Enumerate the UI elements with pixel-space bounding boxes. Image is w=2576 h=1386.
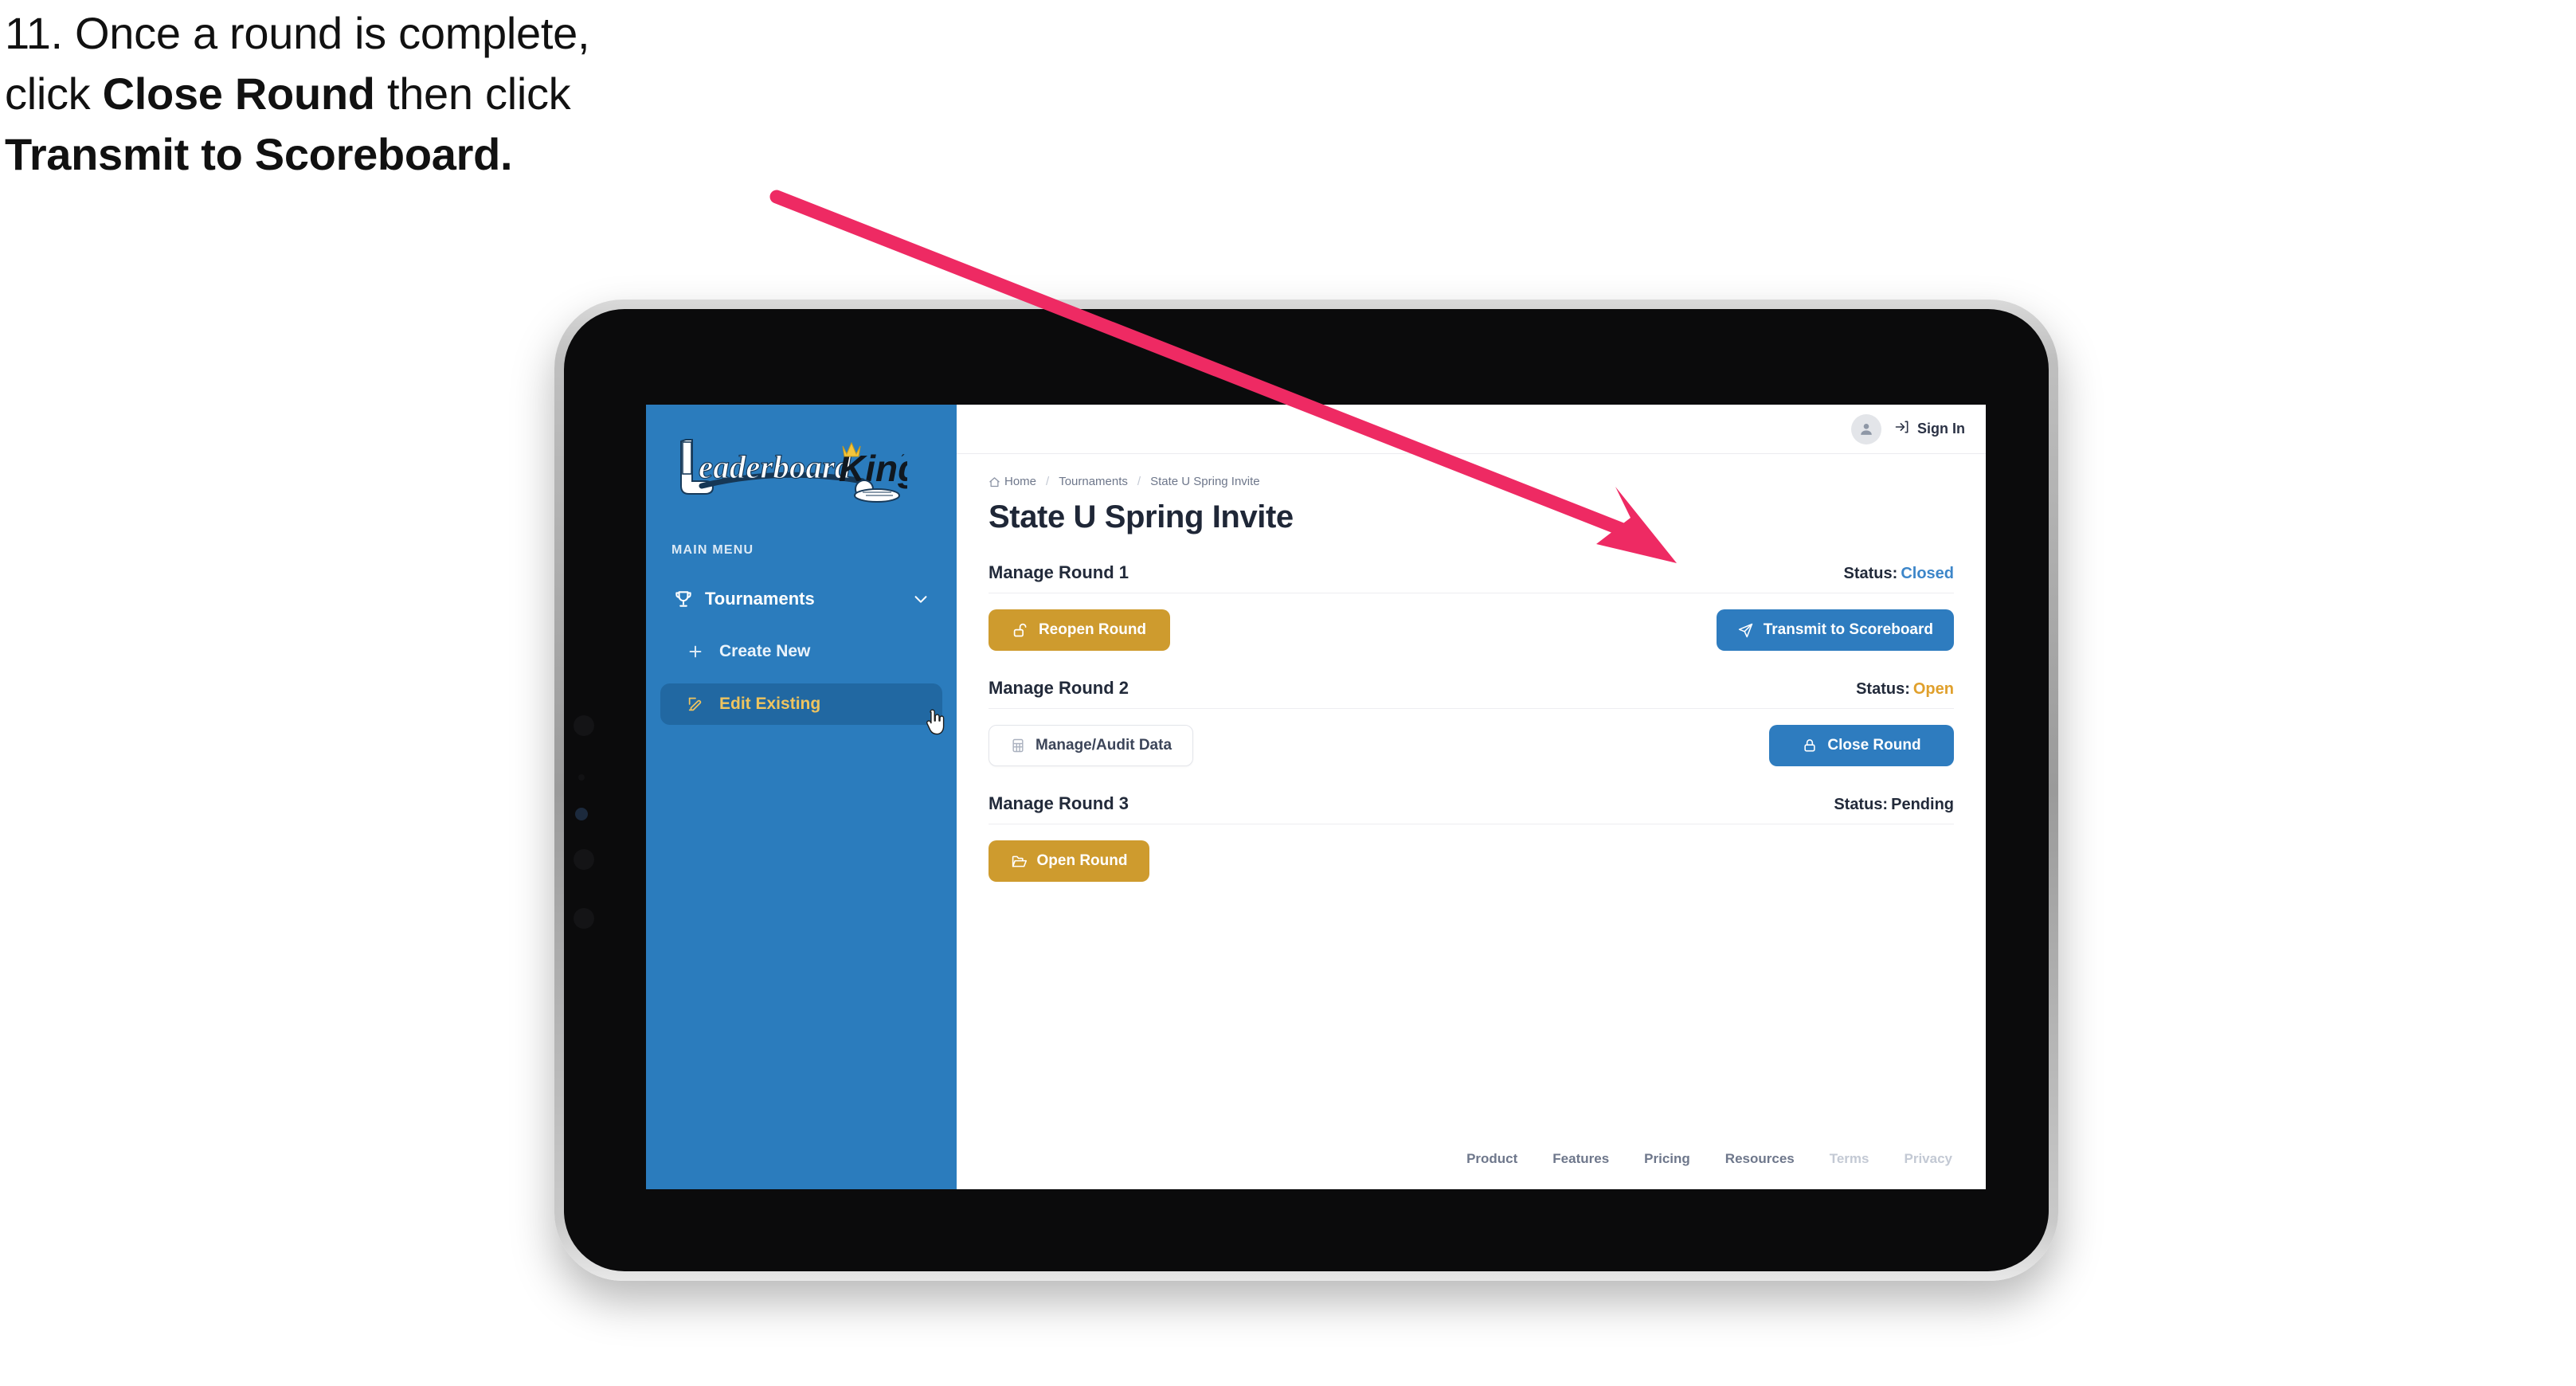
- round-2-actions: Manage/Audit Data Close Round: [989, 725, 1954, 766]
- main-content: Sign In Home / Tournaments / State U Spr…: [957, 405, 1986, 1189]
- round-3-header: Manage Round 3 Status: Pending: [989, 793, 1954, 824]
- footer-link-terms[interactable]: Terms: [1830, 1151, 1869, 1167]
- manage-audit-data-button[interactable]: Manage/Audit Data: [989, 725, 1194, 766]
- transmit-to-scoreboard-label: Transmit to Scoreboard: [1763, 621, 1933, 638]
- unlock-icon: [1012, 622, 1029, 639]
- round-1-header: Manage Round 1 Status: Closed: [989, 562, 1954, 593]
- sidebar-section-label: MAIN MENU: [671, 543, 754, 557]
- footer-link-privacy[interactable]: Privacy: [1905, 1151, 1953, 1167]
- round-1-actions: Reopen Round Transmit to Scoreboard: [989, 609, 1954, 651]
- instruction-line-3: Transmit to Scoreboard.: [5, 132, 865, 177]
- tablet-hardware-dot: [578, 774, 585, 781]
- instruction-line-2-pre: click: [5, 69, 103, 119]
- open-round-label: Open Round: [1036, 852, 1128, 869]
- app-screen: eaderboard King ´: [646, 405, 1986, 1189]
- footer-link-pricing[interactable]: Pricing: [1644, 1151, 1690, 1167]
- tablet-device: eaderboard King ´: [554, 300, 2058, 1281]
- svg-text:eaderboard: eaderboard: [699, 448, 851, 485]
- sidebar-item-tournaments-label: Tournaments: [705, 589, 815, 609]
- trophy-icon: [671, 587, 695, 611]
- round-1-name: Manage Round 1: [989, 562, 1129, 582]
- round-3-actions: Open Round: [989, 840, 1954, 882]
- paper-plane-icon: [1737, 622, 1754, 639]
- round-3-status-value: Pending: [1891, 796, 1954, 813]
- footer-link-product[interactable]: Product: [1466, 1151, 1517, 1167]
- instruction-line-2-post: then click: [374, 69, 571, 119]
- round-2-status: Status: Open: [1856, 680, 1954, 699]
- screenshot-root: 11. Once a round is complete, click Clos…: [0, 0, 2576, 1386]
- close-round-label: Close Round: [1827, 737, 1921, 754]
- tablet-hardware-dot: [574, 715, 594, 736]
- sign-in-label: Sign In: [1917, 421, 1965, 437]
- plus-icon: [684, 640, 707, 663]
- tablet-hardware-dot: [574, 908, 594, 929]
- round-2-name: Manage Round 2: [989, 678, 1129, 698]
- breadcrumb-item-home[interactable]: Home: [989, 475, 1036, 488]
- round-block-3: Manage Round 3 Status: Pending Open Roun…: [989, 793, 1954, 882]
- tablet-camera-icon: [575, 808, 588, 820]
- round-1-status: Status: Closed: [1844, 565, 1954, 583]
- table-grid-icon: [1010, 738, 1026, 754]
- manage-audit-data-label: Manage/Audit Data: [1035, 737, 1173, 754]
- round-block-1: Manage Round 1 Status: Closed Reopen Rou…: [989, 562, 1954, 651]
- golf-club-logo-icon: eaderboard King ´: [680, 439, 907, 503]
- open-round-button[interactable]: Open Round: [989, 840, 1149, 882]
- close-round-button[interactable]: Close Round: [1769, 725, 1954, 766]
- reopen-round-label: Reopen Round: [1038, 621, 1147, 638]
- sidebar-item-edit-existing[interactable]: Edit Existing: [660, 683, 942, 725]
- breadcrumb: Home / Tournaments / State U Spring Invi…: [989, 475, 1954, 488]
- breadcrumb-item-current[interactable]: State U Spring Invite: [1150, 475, 1260, 488]
- top-bar: Sign In: [957, 405, 1986, 454]
- sidebar-item-edit-existing-label: Edit Existing: [719, 695, 821, 713]
- round-1-status-value: Closed: [1901, 565, 1954, 582]
- footer-link-features[interactable]: Features: [1552, 1151, 1609, 1167]
- page-title: State U Spring Invite: [989, 499, 1294, 534]
- svg-text:´: ´: [901, 452, 906, 468]
- home-icon: [989, 476, 1000, 488]
- instruction-caption: 11. Once a round is complete, click Clos…: [5, 11, 865, 193]
- round-block-2: Manage Round 2 Status: Open Manage/Audit…: [989, 678, 1954, 766]
- round-3-status: Status: Pending: [1834, 796, 1954, 814]
- round-2-status-value: Open: [1912, 680, 1954, 698]
- instruction-line-1: 11. Once a round is complete,: [5, 8, 590, 58]
- instruction-close-round-bold: Close Round: [102, 69, 375, 119]
- footer: Product Features Pricing Resources Terms…: [957, 1129, 1986, 1189]
- round-3-status-label: Status:: [1834, 796, 1889, 813]
- sidebar: eaderboard King ´: [646, 405, 957, 1189]
- chevron-down-icon[interactable]: [910, 589, 931, 609]
- breadcrumb-separator: /: [1046, 475, 1050, 488]
- open-folder-icon: [1011, 853, 1028, 870]
- sidebar-item-tournaments[interactable]: Tournaments: [660, 578, 942, 620]
- lock-icon: [1802, 738, 1818, 754]
- footer-link-resources[interactable]: Resources: [1725, 1151, 1795, 1167]
- tablet-bezel: eaderboard King ´: [564, 309, 2049, 1271]
- page-body: Home / Tournaments / State U Spring Invi…: [957, 454, 1986, 1129]
- round-3-name: Manage Round 3: [989, 793, 1129, 813]
- breadcrumb-item-tournaments[interactable]: Tournaments: [1059, 475, 1128, 488]
- edit-pencil-icon: [684, 693, 707, 715]
- reopen-round-button[interactable]: Reopen Round: [989, 609, 1170, 651]
- breadcrumb-item-home-label: Home: [1004, 475, 1037, 488]
- breadcrumb-separator: /: [1137, 475, 1141, 488]
- sidebar-item-create-new-label: Create New: [719, 642, 811, 660]
- sidebar-item-create-new[interactable]: Create New: [660, 631, 942, 672]
- tablet-hardware-dot: [574, 849, 594, 870]
- sign-in-arrow-icon: [1894, 419, 1910, 439]
- instruction-line-2: click Close Round then click: [5, 72, 865, 116]
- user-avatar-icon[interactable]: [1851, 413, 1881, 444]
- round-2-header: Manage Round 2 Status: Open: [989, 678, 1954, 709]
- round-1-status-label: Status:: [1843, 565, 1898, 582]
- sign-in-button[interactable]: Sign In: [1894, 419, 1965, 439]
- instruction-transmit-bold: Transmit to Scoreboard.: [5, 129, 513, 179]
- brand-logo[interactable]: eaderboard King ´: [668, 432, 907, 505]
- round-2-status-label: Status:: [1856, 680, 1910, 698]
- transmit-to-scoreboard-button[interactable]: Transmit to Scoreboard: [1716, 609, 1954, 651]
